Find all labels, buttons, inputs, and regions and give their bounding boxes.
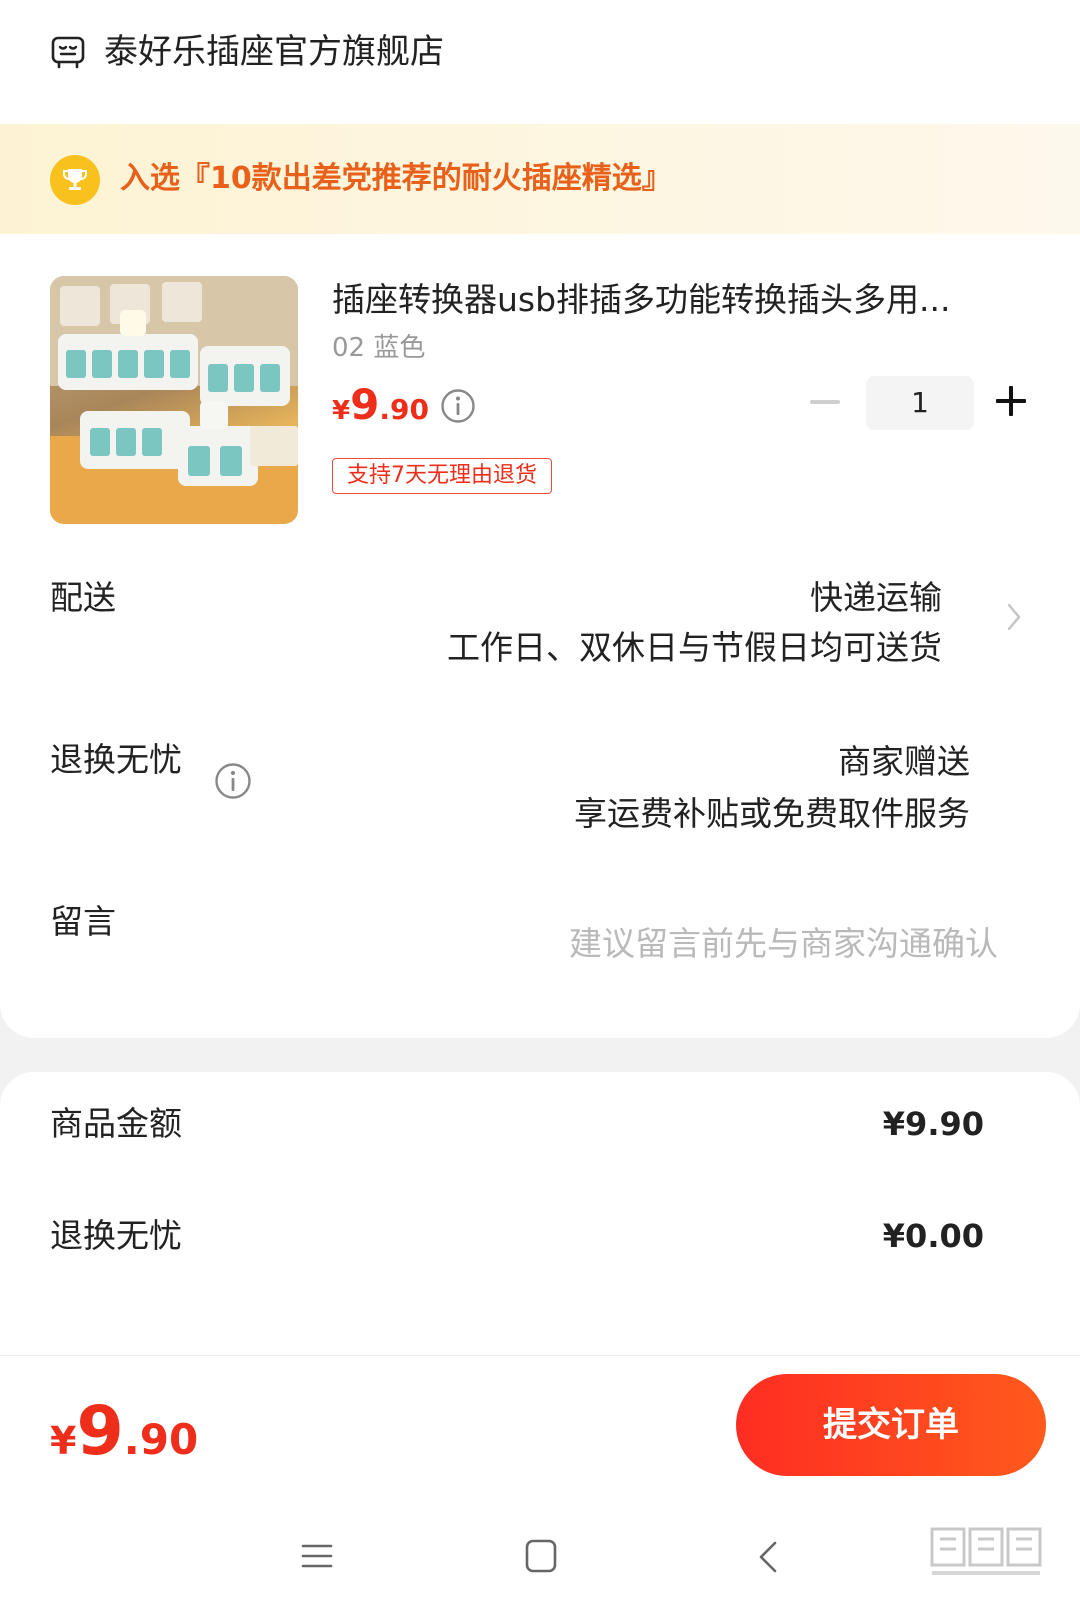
goods-amount-label: 商品金额 — [50, 1104, 182, 1143]
store-header[interactable]: 泰好乐插座官方旗舰店 — [0, 0, 1080, 124]
return-service-value: 商家赠送 — [838, 742, 970, 781]
product-variant[interactable]: 02 蓝色 — [332, 330, 425, 366]
message-input[interactable]: 建议留言前先与商家沟通确认 — [569, 922, 998, 966]
info-icon[interactable] — [214, 762, 252, 800]
price-integer: 9 — [350, 380, 380, 429]
total-price-integer: 9 — [76, 1392, 124, 1471]
message-label: 留言 — [50, 902, 116, 941]
quantity-increase-button[interactable] — [994, 384, 1028, 418]
back-icon[interactable] — [756, 1539, 780, 1575]
quantity-input[interactable]: 1 — [866, 376, 974, 430]
info-icon[interactable] — [440, 388, 476, 424]
total-price: ¥9.90 — [50, 1392, 198, 1471]
return-service-label: 退换无忧 — [50, 740, 182, 779]
price-summary: 商品金额 ¥9.90 退换无忧 ¥0.00 — [0, 1072, 1080, 1372]
return-policy-tag: 支持7天无理由退货 — [332, 458, 552, 494]
watermark-logo-icon — [930, 1527, 1042, 1575]
recommendation-banner[interactable]: 入选『10款出差党推荐的耐火插座精选』 — [0, 124, 1080, 234]
quantity-decrease-button[interactable] — [810, 400, 840, 404]
submit-order-button[interactable]: 提交订单 — [736, 1374, 1046, 1476]
return-fee-value: ¥0.00 — [882, 1217, 984, 1255]
menu-icon[interactable] — [300, 1539, 334, 1573]
goods-amount-value: ¥9.90 — [882, 1105, 984, 1143]
chevron-right-icon[interactable] — [1006, 602, 1022, 632]
order-card: 插座转换器usb排插多功能转换插头多用... 02 蓝色 ¥9.90 1 支持7… — [0, 234, 1080, 1038]
store-icon — [51, 36, 85, 69]
price-symbol: ¥ — [332, 396, 351, 426]
banner-text: 入选『10款出差党推荐的耐火插座精选』 — [120, 161, 672, 196]
total-price-symbol: ¥ — [50, 1419, 77, 1463]
trophy-icon — [50, 155, 100, 205]
return-service-note: 享运费补贴或免费取件服务 — [574, 794, 970, 833]
home-icon[interactable] — [524, 1537, 558, 1575]
price-decimal: .90 — [379, 393, 429, 426]
delivery-method[interactable]: 快递运输 — [810, 576, 942, 620]
delivery-label: 配送 — [50, 578, 116, 617]
checkout-bar: ¥9.90 提交订单 — [0, 1355, 1080, 1493]
product-image[interactable] — [50, 276, 298, 524]
system-nav-bar — [0, 1493, 1080, 1623]
product-title[interactable]: 插座转换器usb排插多功能转换插头多用... — [332, 278, 1012, 322]
store-name: 泰好乐插座官方旗舰店 — [104, 32, 444, 72]
product-price: ¥9.90 — [332, 380, 429, 429]
delivery-note: 工作日、双休日与节假日均可送货 — [447, 628, 942, 667]
total-price-decimal: .90 — [123, 1415, 199, 1464]
return-fee-label: 退换无忧 — [50, 1216, 182, 1255]
